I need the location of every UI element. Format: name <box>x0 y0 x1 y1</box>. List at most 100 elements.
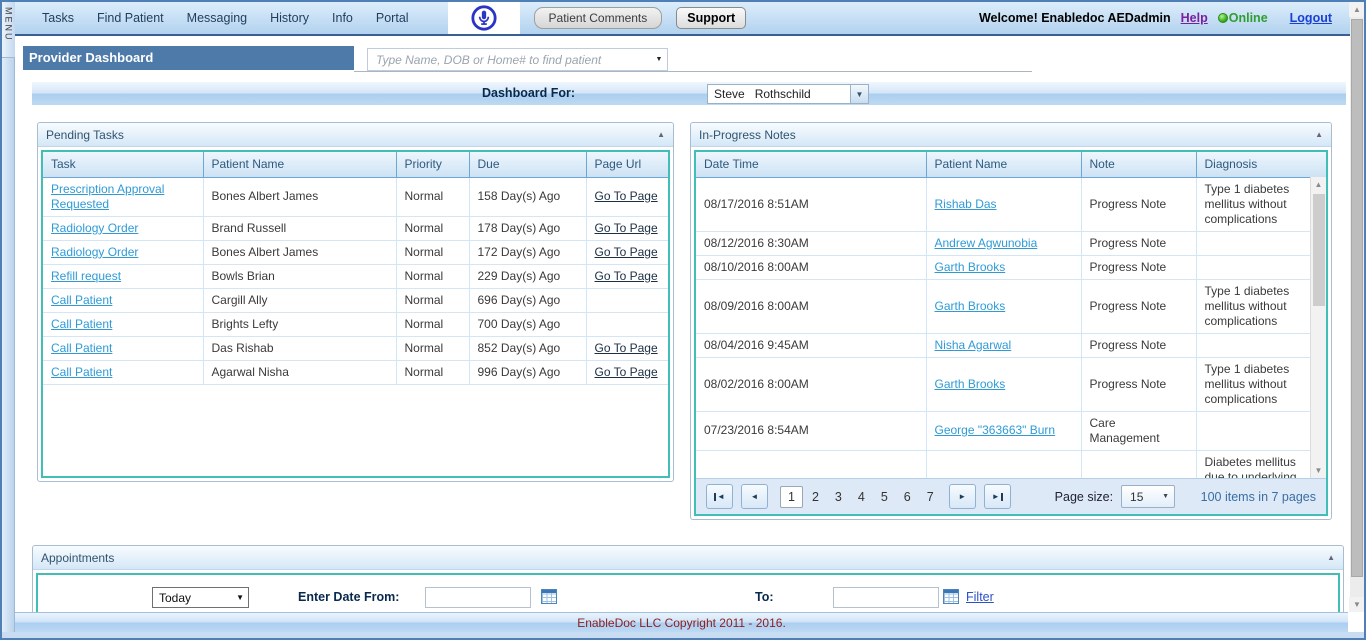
column-header[interactable]: Note <box>1081 152 1196 177</box>
priority-cell: Normal <box>396 216 469 240</box>
calendar-icon[interactable] <box>541 589 557 604</box>
patient-name-cell: Agarwal Nisha <box>203 360 396 384</box>
provider-select[interactable]: Steve Rothschild ▼ <box>707 84 869 104</box>
column-header[interactable]: Diagnosis <box>1196 152 1326 177</box>
scroll-down-icon[interactable]: ▼ <box>1311 463 1327 478</box>
patient-link[interactable]: Andrew Agwunobia <box>935 236 1038 250</box>
patient-link[interactable]: Garth Brooks <box>935 260 1006 274</box>
nav-history[interactable]: History <box>270 11 309 25</box>
task-link[interactable]: Prescription Approval Requested <box>51 182 164 211</box>
nav-portal[interactable]: Portal <box>376 11 409 25</box>
pending-task-row: Prescription Approval RequestedBones Alb… <box>43 177 668 216</box>
collapse-icon[interactable]: ▲ <box>657 130 665 139</box>
note-type-cell: Progress Note <box>1081 357 1196 411</box>
nav-info[interactable]: Info <box>332 11 353 25</box>
search-dropdown-icon[interactable]: ▼ <box>651 49 667 70</box>
page-size-select[interactable]: 15 ▼ <box>1121 485 1175 508</box>
column-header[interactable]: Page Url <box>586 152 668 177</box>
column-header[interactable]: Patient Name <box>926 152 1081 177</box>
go-to-page-link[interactable]: Go To Page <box>595 245 658 259</box>
patient-link[interactable]: Garth Brooks <box>935 299 1006 313</box>
patient-link[interactable]: Garth Brooks <box>935 377 1006 391</box>
page-number[interactable]: 3 <box>828 487 849 507</box>
support-button[interactable]: Support <box>676 7 746 29</box>
go-to-page-link[interactable]: Go To Page <box>595 189 658 203</box>
provider-select-value[interactable]: Steve Rothschild <box>707 84 851 104</box>
help-link[interactable]: Help <box>1181 11 1208 25</box>
note-type-cell: Care Management <box>1081 411 1196 450</box>
date-time-cell: 08/09/2016 8:00AM <box>696 279 926 333</box>
scroll-down-icon[interactable]: ▼ <box>1349 597 1365 612</box>
prev-page-button[interactable]: ◄ <box>741 484 768 509</box>
dictation-button[interactable] <box>448 2 520 34</box>
page-number[interactable]: 2 <box>805 487 826 507</box>
priority-cell: Normal <box>396 336 469 360</box>
column-header[interactable]: Patient Name <box>203 152 396 177</box>
patient-link[interactable]: George "363663" Burn <box>935 423 1056 437</box>
last-page-button[interactable]: ► <box>984 484 1011 509</box>
calendar-icon[interactable] <box>943 589 959 604</box>
column-header[interactable]: Date Time <box>696 152 926 177</box>
task-link[interactable]: Call Patient <box>51 341 112 355</box>
priority-cell: Normal <box>396 240 469 264</box>
main-scrollbar[interactable]: ▲ ▼ <box>1350 2 1364 612</box>
notes-pagination: ◄ ◄ 1234567 ► ► Page size: 15 ▼ 100 item… <box>696 478 1326 514</box>
task-link[interactable]: Call Patient <box>51 293 112 307</box>
diagnosis-cell: Type 1 diabetes mellitus without complic… <box>1196 357 1326 411</box>
nav-find-patient[interactable]: Find Patient <box>97 11 164 25</box>
task-link[interactable]: Call Patient <box>51 365 112 379</box>
scrollbar-thumb[interactable] <box>1351 19 1363 577</box>
due-cell: 696 Day(s) Ago <box>469 288 586 312</box>
logout-link[interactable]: Logout <box>1290 11 1332 25</box>
scroll-up-icon[interactable]: ▲ <box>1349 2 1365 17</box>
go-to-page-link[interactable]: Go To Page <box>595 365 658 379</box>
date-to-label: To: <box>755 590 774 604</box>
collapse-icon[interactable]: ▲ <box>1315 130 1323 139</box>
page-number[interactable]: 1 <box>780 486 803 508</box>
page-number[interactable]: 5 <box>874 487 895 507</box>
menu-toggle[interactable]: MENU <box>2 2 15 58</box>
provider-dropdown-icon[interactable]: ▼ <box>851 84 869 104</box>
priority-cell: Normal <box>396 312 469 336</box>
next-page-button[interactable]: ► <box>949 484 976 509</box>
patient-comments-button[interactable]: Patient Comments <box>534 7 663 29</box>
diagnosis-cell <box>1196 255 1326 279</box>
note-row: 08/02/2016 8:00AMGarth BrooksProgress No… <box>696 357 1326 411</box>
task-link[interactable]: Radiology Order <box>51 245 138 259</box>
patient-link[interactable]: Nisha Agarwal <box>935 338 1012 352</box>
due-cell: 178 Day(s) Ago <box>469 216 586 240</box>
page-number[interactable]: 4 <box>851 487 872 507</box>
filter-link[interactable]: Filter <box>966 590 994 604</box>
page-size-value: 15 <box>1130 490 1143 504</box>
date-time-cell: 07/23/2016 8:54AM <box>696 411 926 450</box>
task-link[interactable]: Refill request <box>51 269 121 283</box>
due-cell: 852 Day(s) Ago <box>469 336 586 360</box>
date-to-input[interactable] <box>833 587 939 608</box>
date-time-cell: 08/04/2016 9:45AM <box>696 333 926 357</box>
scroll-up-icon[interactable]: ▲ <box>1311 177 1327 192</box>
date-from-input[interactable] <box>425 587 531 608</box>
column-header[interactable]: Due <box>469 152 586 177</box>
patient-name-cell: Brights Lefty <box>203 312 396 336</box>
patient-name-cell: Cargill Ally <box>203 288 396 312</box>
column-header[interactable]: Priority <box>396 152 469 177</box>
first-page-button[interactable]: ◄ <box>706 484 733 509</box>
collapse-icon[interactable]: ▲ <box>1327 553 1335 562</box>
notes-scrollbar[interactable]: ▲ ▼ <box>1310 177 1326 478</box>
column-header[interactable]: Task <box>43 152 203 177</box>
nav-messaging[interactable]: Messaging <box>187 11 247 25</box>
page-number[interactable]: 6 <box>897 487 918 507</box>
task-link[interactable]: Radiology Order <box>51 221 138 235</box>
scrollbar-thumb[interactable] <box>1313 194 1325 306</box>
patient-link[interactable]: Rishab Das <box>935 197 997 211</box>
date-range-select[interactable]: Today ▼ <box>152 587 249 608</box>
page-number[interactable]: 7 <box>920 487 941 507</box>
pager-summary: 100 items in 7 pages <box>1201 490 1316 504</box>
patient-search-input[interactable] <box>368 49 651 70</box>
note-row: Diabetes mellitus due to underlying <box>696 450 1326 478</box>
go-to-page-link[interactable]: Go To Page <box>595 341 658 355</box>
go-to-page-link[interactable]: Go To Page <box>595 269 658 283</box>
go-to-page-link[interactable]: Go To Page <box>595 221 658 235</box>
nav-tasks[interactable]: Tasks <box>42 11 74 25</box>
task-link[interactable]: Call Patient <box>51 317 112 331</box>
